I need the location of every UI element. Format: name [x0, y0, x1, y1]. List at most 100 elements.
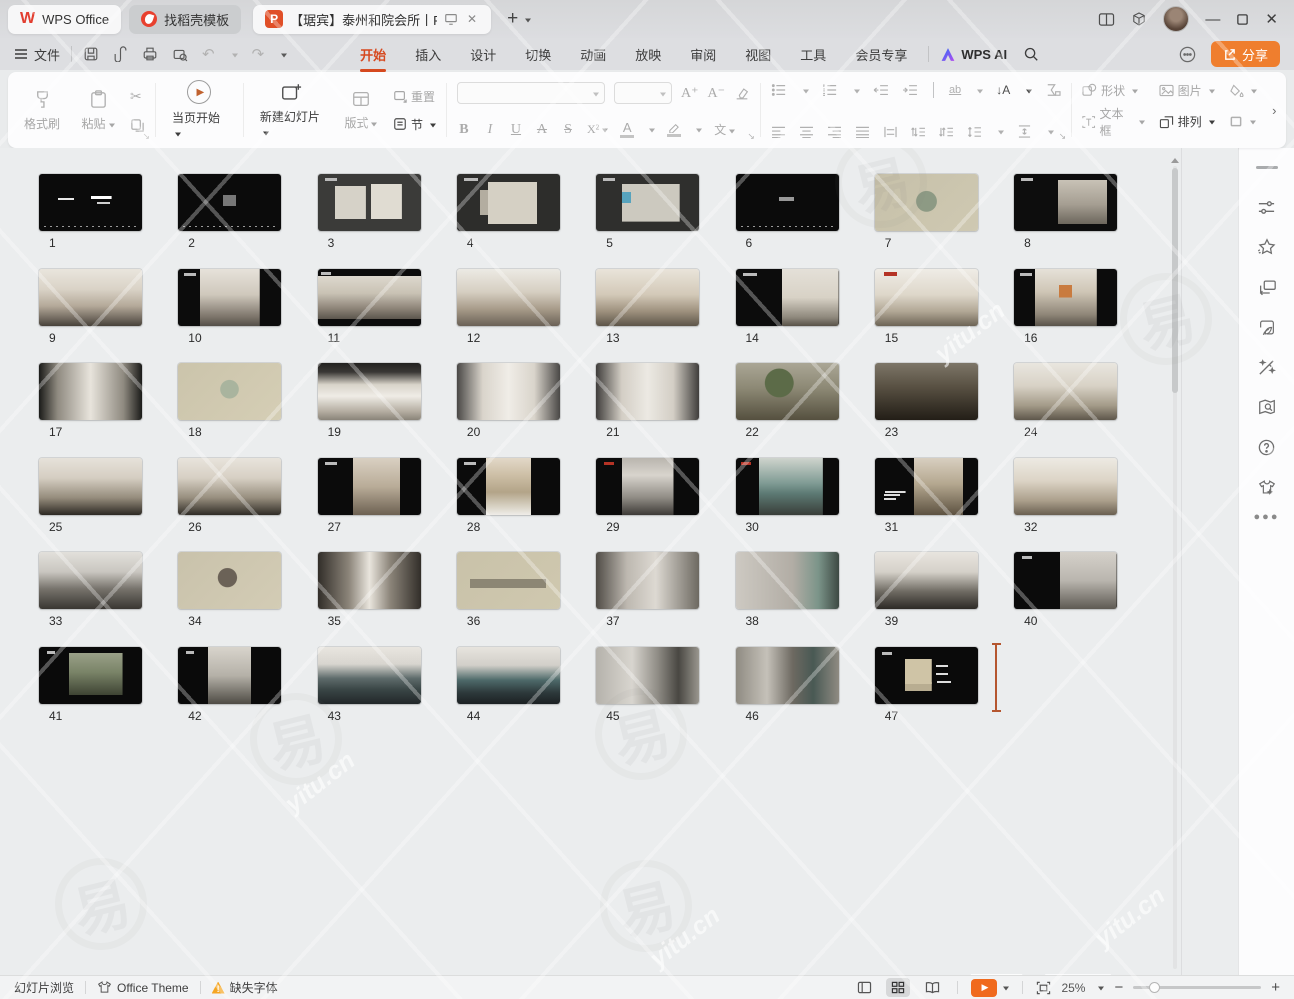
- slide-thumbnail[interactable]: [318, 647, 421, 704]
- slide-thumbnail[interactable]: [318, 174, 421, 231]
- slide-thumbnail[interactable]: [1014, 174, 1117, 231]
- slide-thumbnail[interactable]: [39, 552, 142, 609]
- menu-tab-tools[interactable]: 工具: [799, 43, 827, 66]
- slide-thumbnail[interactable]: [39, 647, 142, 704]
- slide-thumbnail[interactable]: [875, 269, 978, 326]
- slide-thumbnail[interactable]: [318, 269, 421, 326]
- slide-thumbnail[interactable]: [457, 552, 560, 609]
- increase-indent-icon[interactable]: [902, 84, 918, 97]
- play-from-current-button[interactable]: ▶ 当页开始: [166, 78, 233, 142]
- decrease-indent-icon[interactable]: [873, 84, 889, 97]
- tab-docer-templates[interactable]: 找稻壳模板: [129, 5, 241, 34]
- reading-view-button[interactable]: [920, 978, 944, 997]
- section-button[interactable]: 节: [393, 116, 436, 133]
- print-icon[interactable]: [142, 46, 158, 62]
- slide-thumbnail[interactable]: [875, 458, 978, 515]
- slide-thumbnail[interactable]: [318, 552, 421, 609]
- fit-window-button[interactable]: [1036, 981, 1051, 995]
- symbol-merge-icon[interactable]: [1045, 83, 1061, 97]
- help-icon[interactable]: [1239, 427, 1294, 467]
- slide-sorter-view-button[interactable]: [886, 978, 910, 997]
- slide-thumbnail[interactable]: [39, 458, 142, 515]
- file-menu[interactable]: 文件: [14, 45, 60, 64]
- monitor-icon[interactable]: [444, 12, 458, 26]
- justify-icon[interactable]: [855, 126, 870, 138]
- zoom-level[interactable]: 25%: [1061, 981, 1085, 995]
- normal-view-button[interactable]: [852, 978, 876, 997]
- slide-thumbnail[interactable]: [736, 174, 839, 231]
- search-icon[interactable]: [1023, 46, 1039, 62]
- phonetic-guide-button[interactable]: 文: [714, 121, 735, 138]
- decrease-font-button[interactable]: A⁻: [707, 85, 725, 102]
- slide-thumbnail[interactable]: [596, 363, 699, 420]
- slide-thumbnail[interactable]: [457, 458, 560, 515]
- vertical-align-icon[interactable]: [1017, 125, 1032, 138]
- clipboard-dialog-launcher-icon[interactable]: ↘: [142, 131, 150, 142]
- slide-thumbnail[interactable]: [1014, 363, 1117, 420]
- maximize-icon[interactable]: [1236, 13, 1249, 26]
- slide-thumbnail[interactable]: [736, 363, 839, 420]
- slide-thumbnail[interactable]: [457, 269, 560, 326]
- line-spacing-icon[interactable]: [967, 126, 982, 138]
- export-pdf-icon[interactable]: [113, 46, 128, 62]
- decrease-row-space-icon[interactable]: [939, 126, 954, 138]
- increase-font-button[interactable]: A⁺: [681, 85, 699, 102]
- menu-tab-animation[interactable]: 动画: [579, 43, 607, 66]
- slide-thumbnail[interactable]: [39, 269, 142, 326]
- shapes-button[interactable]: 形状: [1082, 82, 1144, 99]
- play-slideshow-button[interactable]: ▶: [971, 979, 1009, 997]
- slide-sorter-canvas[interactable]: 1234567891011121314151617181920212223242…: [0, 148, 1238, 975]
- slide-thumbnail[interactable]: [875, 552, 978, 609]
- fill-color-button[interactable]: [1229, 84, 1257, 97]
- align-left-icon[interactable]: [771, 126, 786, 138]
- paste-button[interactable]: 粘贴: [74, 87, 122, 134]
- tab-document[interactable]: P 【琚宾】泰州和院会所丨PPT设 ✕: [253, 5, 491, 34]
- bold-button[interactable]: B: [457, 122, 471, 138]
- tab-wps-office[interactable]: W WPS Office: [8, 5, 121, 34]
- char-spacing-button[interactable]: ab: [949, 84, 961, 96]
- slide-thumbnail[interactable]: [178, 174, 281, 231]
- underline-button[interactable]: U: [509, 122, 523, 138]
- menu-tab-design[interactable]: 设计: [469, 43, 497, 66]
- scrollbar-thumb[interactable]: [1172, 168, 1178, 393]
- textbox-button[interactable]: 文本框: [1082, 105, 1144, 139]
- slide-thumbnail[interactable]: [178, 269, 281, 326]
- slide-thumbnail[interactable]: [596, 647, 699, 704]
- slide-thumbnail[interactable]: [178, 552, 281, 609]
- switch-slides-icon[interactable]: [1239, 267, 1294, 307]
- superscript-button[interactable]: X²: [587, 122, 608, 137]
- redo-icon[interactable]: ↷: [252, 45, 265, 63]
- new-tab-plus-icon[interactable]: +: [503, 8, 522, 30]
- menu-tab-member[interactable]: 会员专享: [854, 43, 908, 66]
- theme-button[interactable]: Office Theme: [97, 981, 189, 995]
- scroll-up-icon[interactable]: [1171, 154, 1179, 163]
- save-icon[interactable]: [83, 46, 99, 62]
- reset-button[interactable]: 重置: [393, 88, 436, 105]
- zoom-slider-knob[interactable]: [1149, 982, 1160, 993]
- highlight-color-button[interactable]: [667, 123, 681, 137]
- slide-thumbnail[interactable]: [1014, 552, 1117, 609]
- tab-close-icon[interactable]: ✕: [465, 12, 479, 26]
- magic-wand-icon[interactable]: [1239, 347, 1294, 387]
- new-slide-button[interactable]: 新建幻灯片: [254, 80, 329, 141]
- slide-thumbnail[interactable]: [457, 174, 560, 231]
- slide-thumbnail[interactable]: [457, 647, 560, 704]
- slide-thumbnail[interactable]: [736, 647, 839, 704]
- font-dialog-launcher-icon[interactable]: ↘: [747, 131, 755, 142]
- slide-thumbnail[interactable]: [736, 458, 839, 515]
- skin-settings-icon[interactable]: [1239, 467, 1294, 507]
- close-window-icon[interactable]: ✕: [1265, 10, 1278, 28]
- font-name-select[interactable]: [457, 82, 605, 104]
- menu-tab-slideshow[interactable]: 放映: [634, 43, 662, 66]
- missing-font-button[interactable]: ! 缺失字体: [212, 979, 278, 996]
- slide-thumbnail[interactable]: [596, 174, 699, 231]
- undo-chevron-icon[interactable]: [232, 53, 238, 60]
- slide-thumbnail[interactable]: [875, 363, 978, 420]
- menu-tab-review[interactable]: 审阅: [689, 43, 717, 66]
- cut-icon[interactable]: ✂: [130, 88, 145, 105]
- more-tools-icon[interactable]: ●●●: [1254, 511, 1280, 523]
- italic-button[interactable]: I: [483, 122, 497, 138]
- slide-thumbnail[interactable]: [875, 647, 978, 704]
- avatar[interactable]: [1163, 6, 1189, 32]
- distribute-text-icon[interactable]: [883, 126, 898, 138]
